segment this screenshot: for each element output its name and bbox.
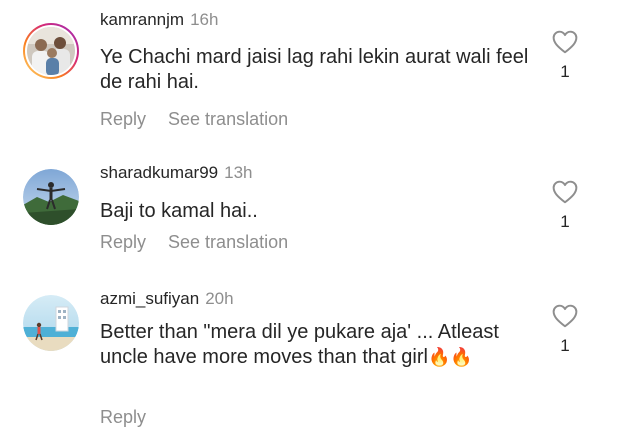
comment-text: Ye Chachi mard jaisi lag rahi lekin aura… [100, 46, 529, 93]
comment-item: sharadkumar99 13h Baji to kamal hai.. Rep… [0, 140, 640, 280]
username[interactable]: kamrannjm [100, 10, 184, 29]
heart-icon[interactable] [552, 180, 578, 204]
comment-actions: Reply See translation [100, 231, 288, 253]
comment-item: kamrannjm 16h Ye Chachi mard jaisi lag ra… [0, 0, 640, 140]
like-count: 1 [560, 62, 570, 81]
like-count: 1 [560, 212, 570, 231]
username[interactable]: sharadkumar99 [100, 163, 218, 182]
comment-meta: kamrannjm 16h [100, 10, 218, 30]
avatar-photo-beach-icon [23, 295, 79, 351]
comment-actions: Reply See translation [100, 108, 288, 130]
comment-actions: Reply [100, 406, 146, 428]
timestamp: 13h [224, 163, 253, 182]
username[interactable]: azmi_sufiyan [100, 289, 199, 308]
timestamp: 16h [190, 10, 219, 29]
timestamp: 20h [205, 289, 234, 308]
comment-meta: sharadkumar99 13h [100, 163, 253, 183]
comment-meta: azmi_sufiyan 20h [100, 289, 234, 309]
reply-button[interactable]: Reply [100, 407, 146, 427]
heart-icon[interactable] [552, 304, 578, 328]
avatar[interactable] [23, 295, 79, 351]
comment-text: Better than "mera dil ye pukare aja' ...… [100, 320, 540, 370]
reply-button[interactable]: Reply [100, 232, 146, 252]
fire-emoji-icon: 🔥🔥 [427, 347, 473, 367]
avatar[interactable] [22, 22, 80, 80]
avatar[interactable] [23, 169, 79, 225]
avatar-photo-people-icon [23, 23, 79, 79]
avatar-photo-landscape-icon [23, 169, 79, 225]
comment-item: azmi_sufiyan 20h Better than "mera dil ye… [0, 280, 640, 446]
heart-icon[interactable] [552, 30, 578, 54]
like-area: 1 [550, 30, 580, 82]
like-area: 1 [550, 180, 580, 232]
see-translation-button[interactable]: See translation [168, 109, 288, 129]
comment-text: Baji to kamal hai.. [100, 200, 258, 222]
reply-button[interactable]: Reply [100, 109, 146, 129]
like-area: 1 [550, 304, 580, 356]
see-translation-button[interactable]: See translation [168, 232, 288, 252]
like-count: 1 [560, 336, 570, 355]
